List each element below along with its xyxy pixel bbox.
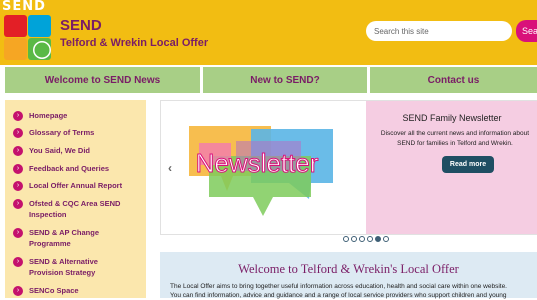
sidebar-item-label: SEND & Alternative Provision Strategy (29, 257, 98, 277)
read-more-button[interactable]: Read more (442, 156, 494, 173)
sidebar-item-label: Homepage (29, 111, 68, 120)
sidebar-item-annual-report[interactable]: › Local Offer Annual Report (13, 180, 134, 191)
chevron-right-icon: › (13, 199, 23, 209)
news-carousel: Newsletter ‹ SEND Family Newsletter Disc… (160, 100, 537, 235)
search-button[interactable]: Sea (516, 20, 537, 42)
newsletter-banner-image: Newsletter (189, 126, 333, 216)
carousel-dot[interactable] (359, 236, 365, 242)
chevron-right-icon: › (13, 181, 23, 191)
sidebar-item-label: You Said, We Did (29, 146, 90, 155)
site-header: SEND SEND Telford & Wrekin Local Offer S… (0, 0, 537, 65)
sidebar-item-label: Local Offer Annual Report (29, 181, 123, 190)
carousel-dot[interactable] (367, 236, 373, 242)
carousel-dot[interactable] (383, 236, 389, 242)
nav-item-new-to-send[interactable]: New to SEND? (203, 67, 367, 93)
carousel-caption-panel: SEND Family Newsletter Discover all the … (366, 101, 537, 234)
slide-description: Discover all the current news and inform… (380, 130, 530, 147)
sidebar-item-homepage[interactable]: › Homepage (13, 110, 134, 121)
site-subtitle: Telford & Wrekin Local Offer (60, 37, 209, 49)
search-input[interactable] (366, 21, 512, 41)
sidebar-item-ofsted[interactable]: › Ofsted & CQC Area SEND Inspection (13, 198, 134, 220)
nav-item-send-news[interactable]: Welcome to SEND News (5, 67, 200, 93)
carousel-dot-active[interactable] (375, 236, 381, 242)
carousel-dot[interactable] (343, 236, 349, 242)
slide-title: SEND Family Newsletter (402, 113, 502, 123)
sidebar-item-glossary[interactable]: › Glossary of Terms (13, 127, 134, 138)
sidebar-item-label: SENCo Space (29, 286, 79, 295)
sidebar-item-you-said[interactable]: › You Said, We Did (13, 145, 134, 156)
sidebar-item-strategy[interactable]: › SEND & Alternative Provision Strategy (13, 256, 134, 278)
sidebar-item-senco-space[interactable]: › SENCo Space (13, 285, 134, 296)
chevron-right-icon: › (13, 164, 23, 174)
carousel-dots (343, 236, 389, 242)
chevron-right-icon: › (13, 146, 23, 156)
main-nav: Welcome to SEND News New to SEND? Contac… (0, 67, 537, 93)
chevron-right-icon: › (13, 257, 23, 267)
chevron-right-icon: › (13, 111, 23, 121)
logo-text: SEND (2, 0, 46, 14)
site-title[interactable]: SEND (60, 17, 102, 34)
welcome-title: Welcome to Telford & Wrekin's Local Offe… (238, 262, 459, 276)
newsletter-word: Newsletter (196, 148, 319, 178)
welcome-text-line: The Local Offer aims to bring together u… (170, 283, 507, 290)
welcome-section: Welcome to Telford & Wrekin's Local Offe… (160, 252, 537, 299)
sidebar-item-label: Feedback and Queries (29, 164, 110, 173)
welcome-text-line: You can find information, advice and gui… (170, 292, 507, 299)
sidebar: › Homepage › Glossary of Terms › You Sai… (5, 100, 146, 298)
carousel-image-panel: Newsletter ‹ (161, 101, 366, 234)
chevron-right-icon: › (13, 128, 23, 138)
sidebar-item-label: Ofsted & CQC Area SEND Inspection (29, 199, 121, 219)
sidebar-item-feedback[interactable]: › Feedback and Queries (13, 163, 134, 174)
sidebar-item-label: SEND & AP Change Programme (29, 228, 100, 248)
sidebar-item-label: Glossary of Terms (29, 128, 95, 137)
chevron-right-icon: › (13, 286, 23, 296)
carousel-dot[interactable] (351, 236, 357, 242)
carousel-prev-icon[interactable]: ‹ (168, 161, 172, 175)
nav-item-contact-us[interactable]: Contact us (370, 67, 537, 93)
sidebar-item-change-programme[interactable]: › SEND & AP Change Programme (13, 227, 134, 249)
chevron-right-icon: › (13, 228, 23, 238)
